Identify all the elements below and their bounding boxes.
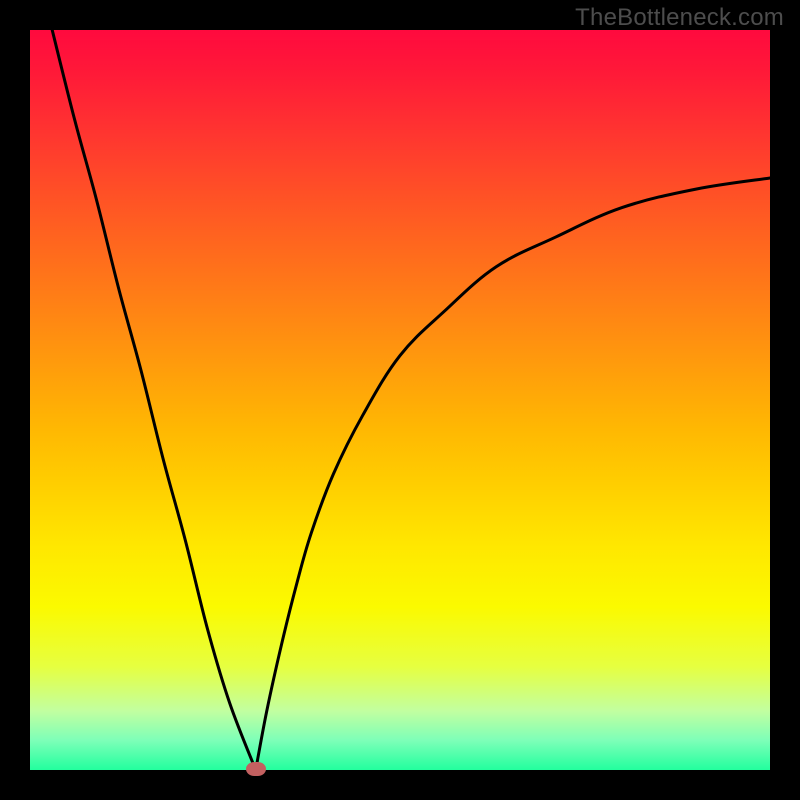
bottleneck-curve (30, 30, 770, 770)
plot-area (30, 30, 770, 770)
chart-container: TheBottleneck.com (0, 0, 800, 800)
minimum-marker (246, 762, 266, 776)
curve-path (52, 30, 770, 779)
watermark-text: TheBottleneck.com (575, 4, 784, 32)
